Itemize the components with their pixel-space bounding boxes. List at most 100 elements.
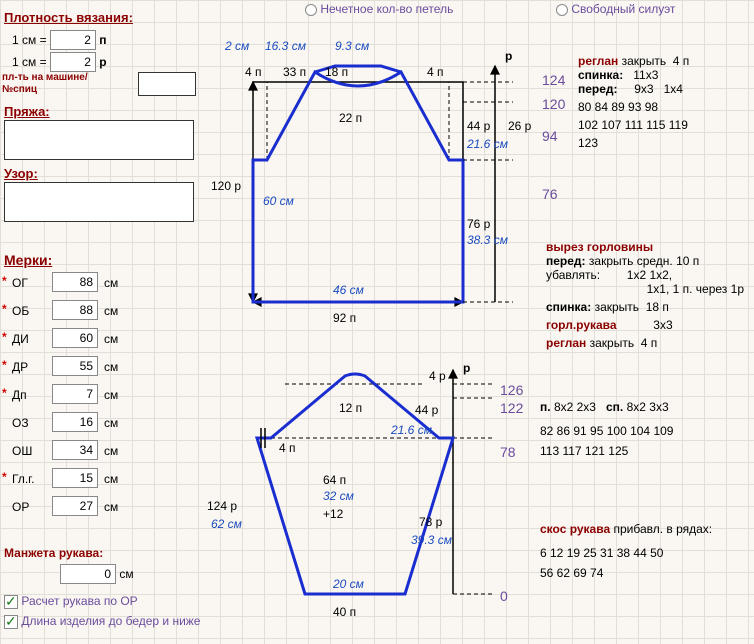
measure-input-DI[interactable] — [52, 328, 98, 348]
top-p-c: 18 п — [325, 65, 348, 79]
skos-block: скос рукава прибавл. в рядах: 6 12 19 25… — [540, 522, 752, 580]
srow1: 6 12 19 25 31 38 44 50 — [540, 546, 752, 560]
sl-mid-right: 44 р — [415, 403, 439, 417]
measure-label-OG: ОГ — [12, 276, 28, 290]
neck-pered: перед: закрыть средн. 10 п — [546, 254, 752, 268]
measure-input-OR[interactable] — [52, 496, 98, 516]
neck-spinka: спинка: закрыть 18 п — [546, 300, 752, 314]
density-rows-input[interactable] — [50, 52, 96, 72]
density-title: Плотность вязания: — [4, 10, 133, 25]
density-r1-unit: п — [99, 33, 106, 47]
sl-right-cm: 39.3 см — [411, 533, 452, 547]
check-or-row: Расчет рукава по ОР — [4, 594, 138, 609]
density-r2-unit: р — [99, 55, 106, 69]
star-icon: * — [2, 470, 7, 484]
measure-input-DR[interactable] — [52, 356, 98, 376]
ubav-line: убавлять: 1x2 1x2, — [546, 268, 752, 282]
lvl-94: 94 — [542, 128, 558, 144]
star-icon: * — [2, 358, 7, 372]
measure-unit-GLG: см — [104, 472, 118, 486]
check-or-label: Расчет рукава по ОР — [21, 594, 137, 608]
cuff-row: см — [60, 564, 134, 584]
sl-lvl-122: 122 — [500, 400, 523, 416]
reglan2-line: реглан закрыть 4 п — [546, 336, 752, 350]
sl-lvl-126: 126 — [500, 382, 523, 398]
radio-odd-stitches-group: Нечетное кол-во петель — [305, 2, 453, 16]
measure-input-OSH[interactable] — [52, 440, 98, 460]
left-p: 120 р — [211, 179, 241, 193]
sl-p-label: р — [463, 361, 470, 375]
cuff-input[interactable] — [60, 564, 116, 584]
top-p-d: 4 п — [427, 65, 444, 79]
nline1: 82 86 91 95 100 104 109 — [540, 424, 752, 438]
sl-plus12: +12 — [323, 507, 344, 521]
measure-label-OZ: ОЗ — [12, 416, 29, 430]
star-icon: * — [2, 386, 7, 400]
measure-input-OZ[interactable] — [52, 412, 98, 432]
r-p-top2: 26 р — [508, 119, 532, 133]
sl-top-4p: 4 р — [429, 369, 446, 383]
lvl-76: 76 — [542, 186, 558, 202]
ubav-line2: 1x1, 1 п. через 1р — [546, 282, 752, 296]
neck-p: 22 п — [339, 111, 362, 125]
bottom-cm: 46 см — [333, 283, 364, 297]
measure-unit-OB: см — [104, 304, 118, 318]
checkbox-or[interactable] — [4, 595, 18, 609]
needles-label: №спиц — [2, 84, 37, 95]
p-top-label: р — [505, 49, 512, 63]
measure-input-GLG[interactable] — [52, 468, 98, 488]
sl-lvl-0: 0 — [500, 588, 508, 604]
sl-lvl-78: 78 — [500, 444, 516, 460]
measure-unit-OR: см — [104, 500, 118, 514]
radio-free-silhouette[interactable] — [556, 4, 568, 16]
sleeve-calc-block: п. 8x2 2x3 сп. 8x2 3x3 82 86 91 95 100 1… — [540, 400, 752, 458]
measure-label-DI: ДИ — [12, 332, 29, 346]
measure-unit-OSH: см — [104, 444, 118, 458]
pattern-label: Узор: — [4, 166, 38, 181]
right-text-block: реглан закрыть 4 п спинка: 11x3 перед: 9… — [578, 54, 752, 150]
measures-title: Мерки: — [4, 252, 52, 268]
sl-bottom-p: 40 п — [333, 605, 356, 619]
yarn-input[interactable] — [4, 120, 194, 160]
measure-input-OG[interactable] — [52, 272, 98, 292]
top-p-b: 33 п — [283, 65, 306, 79]
measure-input-OB[interactable] — [52, 300, 98, 320]
pattern-input[interactable] — [4, 182, 194, 222]
sl-left-cm: 62 см — [211, 517, 242, 531]
bottom-p: 92 п — [333, 311, 356, 325]
density-stitches-input[interactable] — [50, 30, 96, 50]
num-line2: 102 107 111 115 119 — [578, 118, 752, 132]
density-r2-left: 1 см = — [12, 55, 47, 69]
measure-unit-DP: см — [104, 388, 118, 402]
body-diagram: 2 см 16.3 см 9.3 см 4 п 33 п 18 п 4 п 22… — [205, 30, 545, 330]
neck-title: вырез горловины — [546, 240, 752, 254]
r-p-top: 44 р — [467, 119, 491, 133]
sl-bottom-cm: 20 см — [332, 577, 364, 591]
r-cm-top: 21.6 см — [466, 137, 508, 151]
density-r1-left: 1 см = — [12, 33, 47, 47]
top-cm-b: 16.3 см — [265, 39, 306, 53]
p-sp-line: п. 8x2 2x3 сп. 8x2 3x3 — [540, 400, 752, 414]
needles-input[interactable] — [138, 72, 196, 96]
sl-center-cm: 32 см — [323, 489, 354, 503]
measure-label-DR: ДР — [12, 360, 28, 374]
star-icon: * — [2, 274, 7, 288]
radio-odd-label: Нечетное кол-во петель — [320, 2, 453, 16]
num-line3: 123 — [578, 136, 752, 150]
measure-unit-DI: см — [104, 332, 118, 346]
sl-right-p: 78 р — [419, 515, 443, 529]
measure-unit-OG: см — [104, 276, 118, 290]
radio-odd-stitches[interactable] — [305, 4, 317, 16]
lvl-124: 124 — [542, 72, 565, 88]
sl-mid-left: 4 п — [279, 441, 296, 455]
r-cm-mid: 38.3 см — [467, 233, 508, 247]
measure-unit-OZ: см — [104, 416, 118, 430]
measure-input-DP[interactable] — [52, 384, 98, 404]
measure-label-OR: ОР — [12, 500, 29, 514]
star-icon: * — [2, 330, 7, 344]
check-length-label: Длина изделия до бедер и ниже — [21, 614, 200, 628]
measure-label-OSH: ОШ — [12, 444, 32, 458]
checkbox-length[interactable] — [4, 615, 18, 629]
measure-label-DP: Дп — [12, 388, 27, 402]
lvl-120: 120 — [542, 96, 565, 112]
